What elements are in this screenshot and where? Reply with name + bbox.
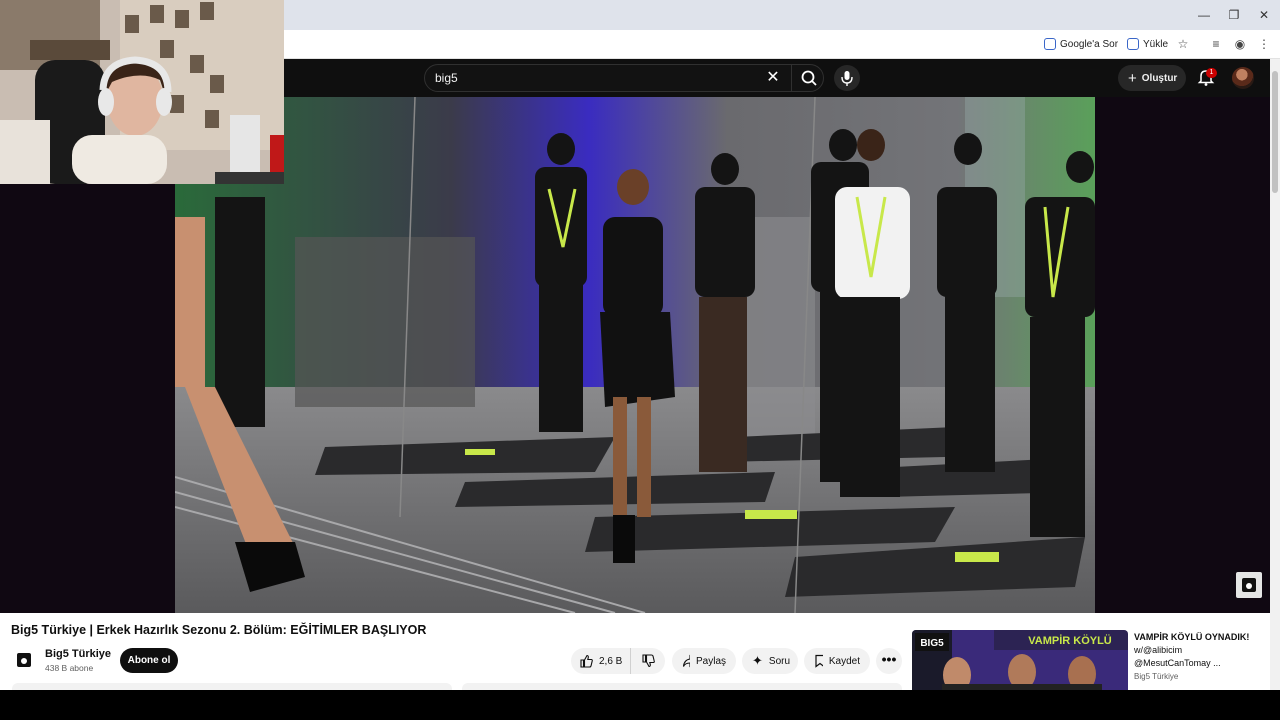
rec-title-line-3: @MesutCanTomay ... bbox=[1134, 658, 1221, 668]
media-controls-icon[interactable]: ≡ bbox=[1209, 37, 1223, 51]
video-frame bbox=[175, 97, 1095, 613]
page-scrollbar[interactable] bbox=[1270, 59, 1280, 690]
channel-watermark[interactable] bbox=[1236, 572, 1262, 598]
ask-google-button[interactable]: Google'a Sor bbox=[1038, 34, 1124, 54]
sparkle-icon: ✦ bbox=[752, 653, 763, 668]
dislike-button[interactable] bbox=[632, 648, 665, 674]
plus-icon: + bbox=[1128, 69, 1137, 87]
video-player[interactable] bbox=[175, 97, 1095, 613]
description-box[interactable] bbox=[12, 683, 452, 690]
save-button[interactable]: Kaydet bbox=[804, 648, 870, 674]
rec-title-line-2: w/@alibicim bbox=[1134, 645, 1183, 655]
thumb-logo: BIG5 bbox=[920, 638, 944, 649]
ask-google-label: Google'a Sor bbox=[1060, 38, 1119, 50]
upload-icon bbox=[1127, 38, 1139, 50]
notification-count-badge: 1 bbox=[1206, 68, 1217, 78]
like-button[interactable]: 2,6 B bbox=[571, 648, 631, 674]
lens-icon bbox=[1044, 38, 1056, 50]
close-window-button[interactable]: ✕ bbox=[1256, 7, 1272, 23]
rec-title-line-1: VAMPİR KÖYLÜ OYNADIK! bbox=[1134, 632, 1250, 642]
thumb-title: VAMPİR KÖYLÜ bbox=[1028, 634, 1112, 647]
subscriber-count: 438 B abone bbox=[45, 663, 94, 673]
clear-search-icon[interactable]: ✕ bbox=[763, 68, 783, 88]
more-actions-button[interactable]: ••• bbox=[876, 648, 902, 674]
recommended-video-title[interactable]: VAMPİR KÖYLÜ OYNADIK! w/@alibicim @Mesut… bbox=[1134, 631, 1264, 670]
thumbs-down-icon bbox=[642, 654, 655, 668]
scrollbar-thumb[interactable] bbox=[1272, 71, 1278, 193]
like-dislike-group: 2,6 B bbox=[571, 648, 665, 674]
screen: — ❐ ✕ Google'a Sor Yükle ☆ ≡ ◉ ⋮ big5 ✕ bbox=[0, 0, 1280, 720]
user-avatar[interactable] bbox=[1232, 67, 1254, 89]
create-label: Oluştur bbox=[1141, 72, 1178, 84]
comments-box[interactable] bbox=[462, 683, 902, 690]
search-icon bbox=[801, 70, 817, 86]
search-box[interactable]: big5 ✕ bbox=[424, 64, 824, 92]
share-label: Paylaş bbox=[695, 655, 726, 667]
share-button[interactable]: Paylaş bbox=[672, 648, 736, 674]
channel-avatar[interactable] bbox=[12, 648, 36, 672]
voice-search-button[interactable] bbox=[834, 65, 860, 91]
channel-logo-icon bbox=[17, 653, 31, 667]
channel-name[interactable]: Big5 Türkiye bbox=[45, 648, 111, 660]
bookmark-icon bbox=[815, 654, 823, 668]
restore-button[interactable]: ❐ bbox=[1226, 7, 1242, 23]
save-label: Kaydet bbox=[828, 655, 860, 667]
video-title: Big5 Türkiye | Erkek Hazırlık Sezonu 2. … bbox=[11, 623, 427, 637]
microphone-icon bbox=[841, 71, 853, 86]
create-button[interactable]: + Oluştur bbox=[1118, 65, 1186, 91]
ask-button[interactable]: ✦ Soru bbox=[742, 648, 798, 674]
taskbar bbox=[0, 690, 1280, 720]
recommended-video-thumbnail[interactable]: BIG5 VAMPİR KÖYLÜ bbox=[912, 630, 1128, 690]
thumbnail-image: BIG5 VAMPİR KÖYLÜ bbox=[912, 630, 1128, 690]
ask-label: Soru bbox=[768, 655, 791, 667]
webcam-image bbox=[0, 0, 284, 184]
bookmark-star-icon[interactable]: ☆ bbox=[1176, 37, 1190, 51]
big5-logo-icon bbox=[1242, 578, 1256, 592]
share-icon bbox=[682, 654, 690, 668]
like-count: 2,6 B bbox=[599, 655, 623, 667]
webcam-overlay bbox=[0, 0, 284, 184]
thumbs-up-icon bbox=[580, 654, 593, 668]
browser-menu-icon[interactable]: ⋮ bbox=[1257, 37, 1271, 51]
upload-button[interactable]: Yükle bbox=[1121, 34, 1174, 54]
profile-icon[interactable]: ◉ bbox=[1233, 37, 1247, 51]
search-button[interactable] bbox=[791, 65, 825, 91]
subscribe-button[interactable]: Abone ol bbox=[120, 648, 178, 673]
search-input[interactable]: big5 bbox=[435, 71, 458, 85]
minimize-button[interactable]: — bbox=[1196, 7, 1212, 23]
recommended-channel-name[interactable]: Big5 Türkiye bbox=[1134, 672, 1178, 681]
upload-label: Yükle bbox=[1143, 38, 1169, 50]
